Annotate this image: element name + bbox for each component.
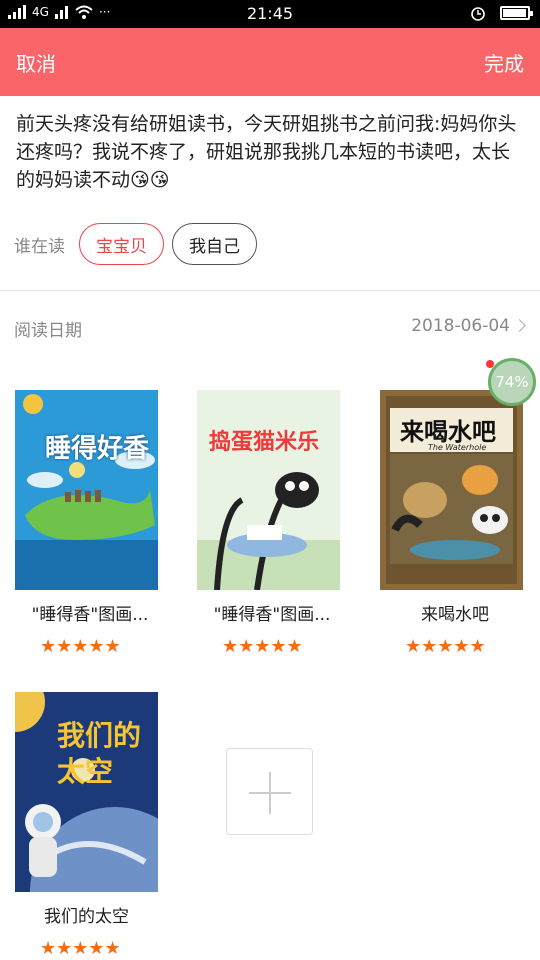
- star-icon: ★★★★★: [405, 636, 486, 657]
- status-right: [470, 5, 533, 21]
- star-icon: ★★★★★: [222, 636, 303, 657]
- book-cover-subtitle: The Waterhole: [428, 443, 487, 452]
- cancel-button[interactable]: 取消: [16, 48, 56, 77]
- book-cover-title: 睡得好香: [45, 434, 150, 464]
- divider: [0, 290, 540, 291]
- reading-date-label: 阅读日期: [14, 321, 82, 341]
- book-cover-title: 来喝水吧: [400, 418, 496, 446]
- book-rating: ★★★★★: [222, 638, 303, 656]
- book-rating: ★★★★★: [405, 638, 486, 656]
- book-title: 我们的太空: [44, 907, 129, 927]
- status-bar: 4G ··· 21:45: [0, 0, 540, 28]
- book-title: 来喝水吧: [421, 605, 489, 625]
- book-cover: 睡得好香: [15, 390, 158, 590]
- book-cover-title: 我们的太空: [57, 719, 142, 788]
- book-rating: ★★★★★: [40, 638, 121, 656]
- status-time: 21:45: [246, 4, 294, 23]
- done-button[interactable]: 完成: [484, 48, 524, 77]
- reading-date-value: 2018-06-04: [411, 316, 510, 336]
- book-title: "睡得香"图画...: [213, 605, 331, 625]
- reading-date-row[interactable]: 阅读日期 2018-06-04: [0, 308, 540, 344]
- book-cover: 我们的太空: [15, 692, 158, 892]
- add-book-button[interactable]: [226, 748, 313, 835]
- reader-label: 谁在读: [14, 236, 65, 257]
- book-title: "睡得香"图画...: [31, 605, 149, 625]
- reader-row: 谁在读 宝宝贝 我自己: [14, 222, 265, 266]
- post-text[interactable]: 前天头疼没有给研姐读书，今天研姐挑书之前问我:妈妈你头还疼吗？我说不疼了，研姐说…: [16, 110, 526, 194]
- book-cover-title: 捣蛋猫米乐: [209, 430, 320, 455]
- book-cover: 捣蛋猫米乐: [197, 390, 340, 590]
- top-bar: 取消 完成: [0, 28, 540, 96]
- star-icon: ★★★★★: [40, 938, 121, 959]
- star-icon: ★★★★★: [40, 636, 121, 657]
- book-rating: ★★★★★: [40, 940, 121, 958]
- reader-option-baby[interactable]: 宝宝贝: [79, 223, 164, 265]
- battery-icon: [500, 6, 533, 20]
- book-cover: 来喝水吧 The Waterhole: [380, 390, 523, 590]
- chevron-right-icon: [513, 319, 526, 332]
- alarm-icon: [471, 7, 485, 21]
- reading-progress-badge: 74%: [488, 358, 536, 406]
- reader-option-self[interactable]: 我自己: [172, 223, 257, 265]
